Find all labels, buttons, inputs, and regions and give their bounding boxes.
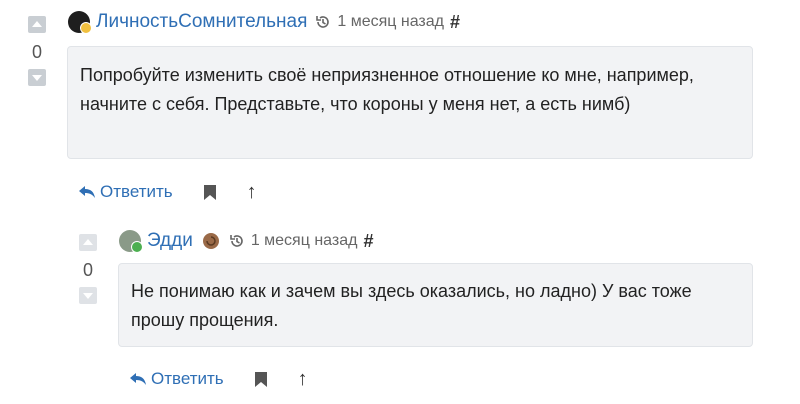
downvote-button[interactable] [79, 287, 97, 304]
arrow-up-icon[interactable]: ↑ [247, 181, 257, 204]
reply-button[interactable]: Ответить [78, 182, 173, 202]
comment-body: Попробуйте изменить своё неприязненное о… [67, 46, 753, 159]
upvote-button[interactable] [28, 16, 46, 33]
timestamp[interactable]: 1 месяц назад [337, 13, 444, 31]
reply-icon [130, 373, 146, 385]
comment-body: Не понимаю как и зачем вы здесь оказалис… [118, 263, 753, 347]
history-icon [316, 16, 330, 28]
crown-badge-icon [80, 22, 92, 34]
permalink[interactable]: # [363, 231, 373, 252]
comment-text: Попробуйте изменить своё неприязненное о… [80, 65, 694, 114]
vote-column: 0 [28, 16, 48, 86]
reply-label: Ответить [100, 182, 173, 201]
bookmark-icon[interactable] [203, 184, 217, 201]
vote-count: 0 [31, 42, 42, 62]
author-link[interactable]: ЛичностьСомнительная [96, 11, 307, 33]
avatar[interactable] [68, 11, 92, 34]
avatar[interactable] [119, 230, 143, 253]
author-link[interactable]: Эдди [147, 230, 193, 252]
permalink[interactable]: # [450, 12, 460, 33]
reply-button[interactable]: Ответить [129, 369, 224, 389]
reply-icon [79, 186, 95, 198]
reply-label: Ответить [151, 369, 224, 388]
timestamp[interactable]: 1 месяц назад [251, 232, 358, 250]
history-icon [230, 235, 243, 247]
comment-header: Эдди 1 месяц назад # [119, 229, 373, 253]
arrow-up-icon[interactable]: ↑ [298, 368, 308, 391]
comment-actions: Ответить ↑ [78, 178, 257, 206]
comment-header: ЛичностьСомнительная 1 месяц назад # [68, 10, 460, 34]
downvote-button[interactable] [28, 69, 46, 86]
upvote-button[interactable] [79, 234, 97, 251]
vote-count: 0 [82, 260, 93, 280]
vote-column: 0 [79, 234, 99, 304]
comment-text: Не понимаю как и зачем вы здесь оказалис… [131, 281, 692, 330]
snail-badge-icon [202, 233, 219, 249]
comment-actions: Ответить ↑ [129, 365, 308, 393]
online-status-icon [131, 241, 143, 253]
bookmark-icon[interactable] [254, 371, 268, 388]
